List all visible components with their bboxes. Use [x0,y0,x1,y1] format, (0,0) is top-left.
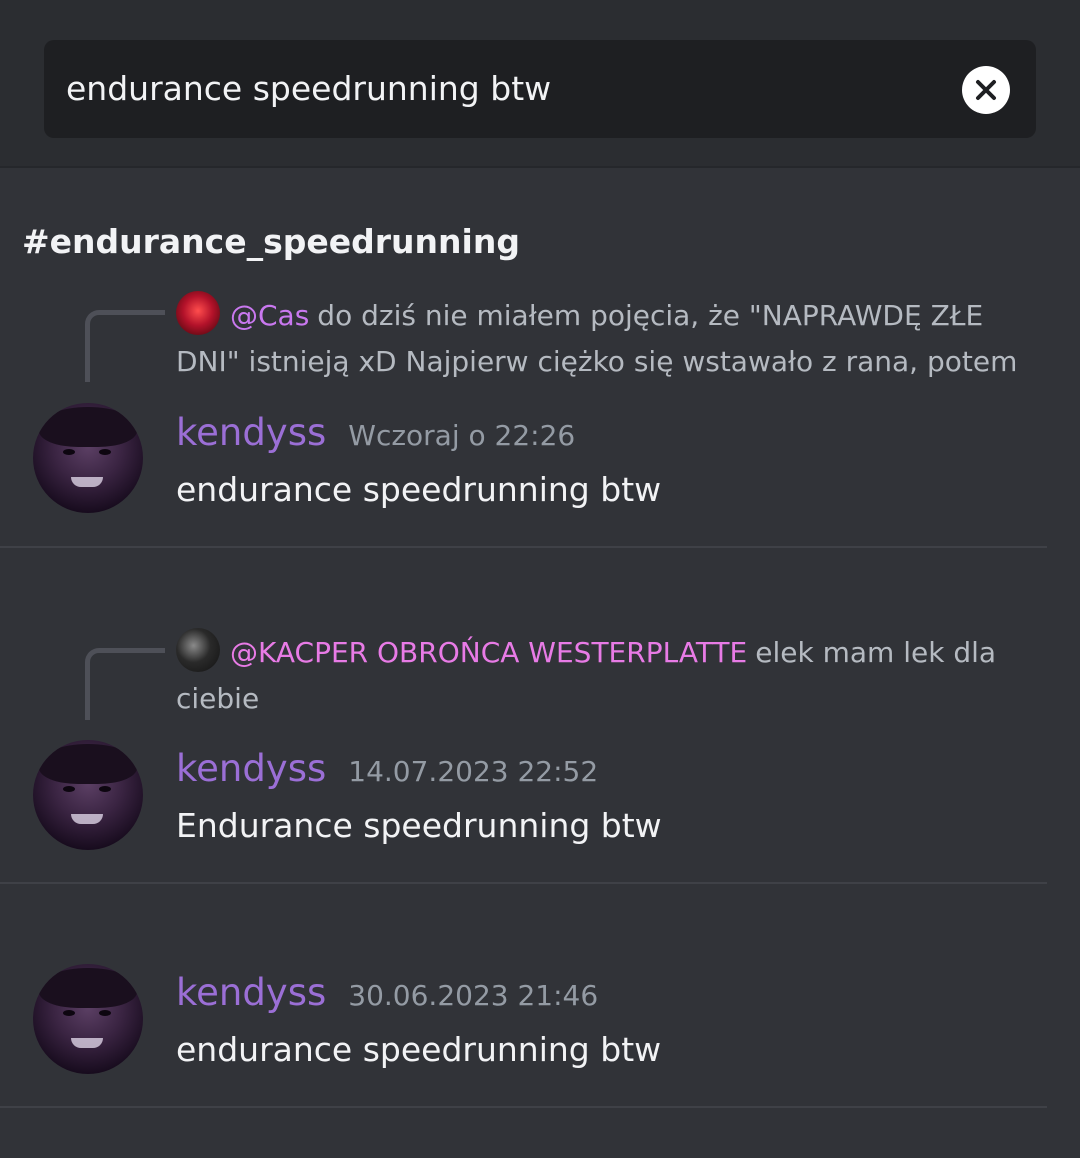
channel-name-heading: #endurance_speedrunning [22,222,520,261]
avatar[interactable] [33,740,143,850]
timestamp: Wczoraj o 22:26 [348,419,576,452]
result-divider [0,1106,1047,1108]
result-divider [0,546,1047,548]
username[interactable]: kendyss [176,411,326,454]
search-input[interactable]: endurance speedrunning btw [44,40,1036,138]
reply-connector [85,310,165,382]
timestamp: 30.06.2023 21:46 [348,979,599,1012]
message-header: kendyss 14.07.2023 22:52 [176,747,598,790]
reply-author-avatar [176,291,220,335]
reply-mention[interactable]: @KACPER OBROŃCA WESTERPLATTE [230,636,747,669]
search-header: endurance speedrunning btw [0,0,1080,168]
reply-preview[interactable]: @Cas do dziś nie miałem pojęcia, że "NAPR… [176,291,1026,385]
message-content: Endurance speedrunning btw [176,806,662,845]
clear-search-button[interactable] [962,66,1010,114]
reply-preview[interactable]: @KACPER OBROŃCA WESTERPLATTE elek mam lek… [176,628,1006,722]
reply-connector [85,648,165,720]
reply-author-avatar [176,628,220,672]
timestamp: 14.07.2023 22:52 [348,755,599,788]
search-query-text[interactable]: endurance speedrunning btw [66,40,551,138]
reply-mention[interactable]: @Cas [230,299,309,332]
message-header: kendyss Wczoraj o 22:26 [176,411,575,454]
avatar[interactable] [33,403,143,513]
message-header: kendyss 30.06.2023 21:46 [176,971,598,1014]
username[interactable]: kendyss [176,747,326,790]
close-icon [976,80,996,100]
username[interactable]: kendyss [176,971,326,1014]
message-content: endurance speedrunning btw [176,1030,662,1069]
message-content: endurance speedrunning btw [176,470,662,509]
result-divider [0,882,1047,884]
avatar[interactable] [33,964,143,1074]
